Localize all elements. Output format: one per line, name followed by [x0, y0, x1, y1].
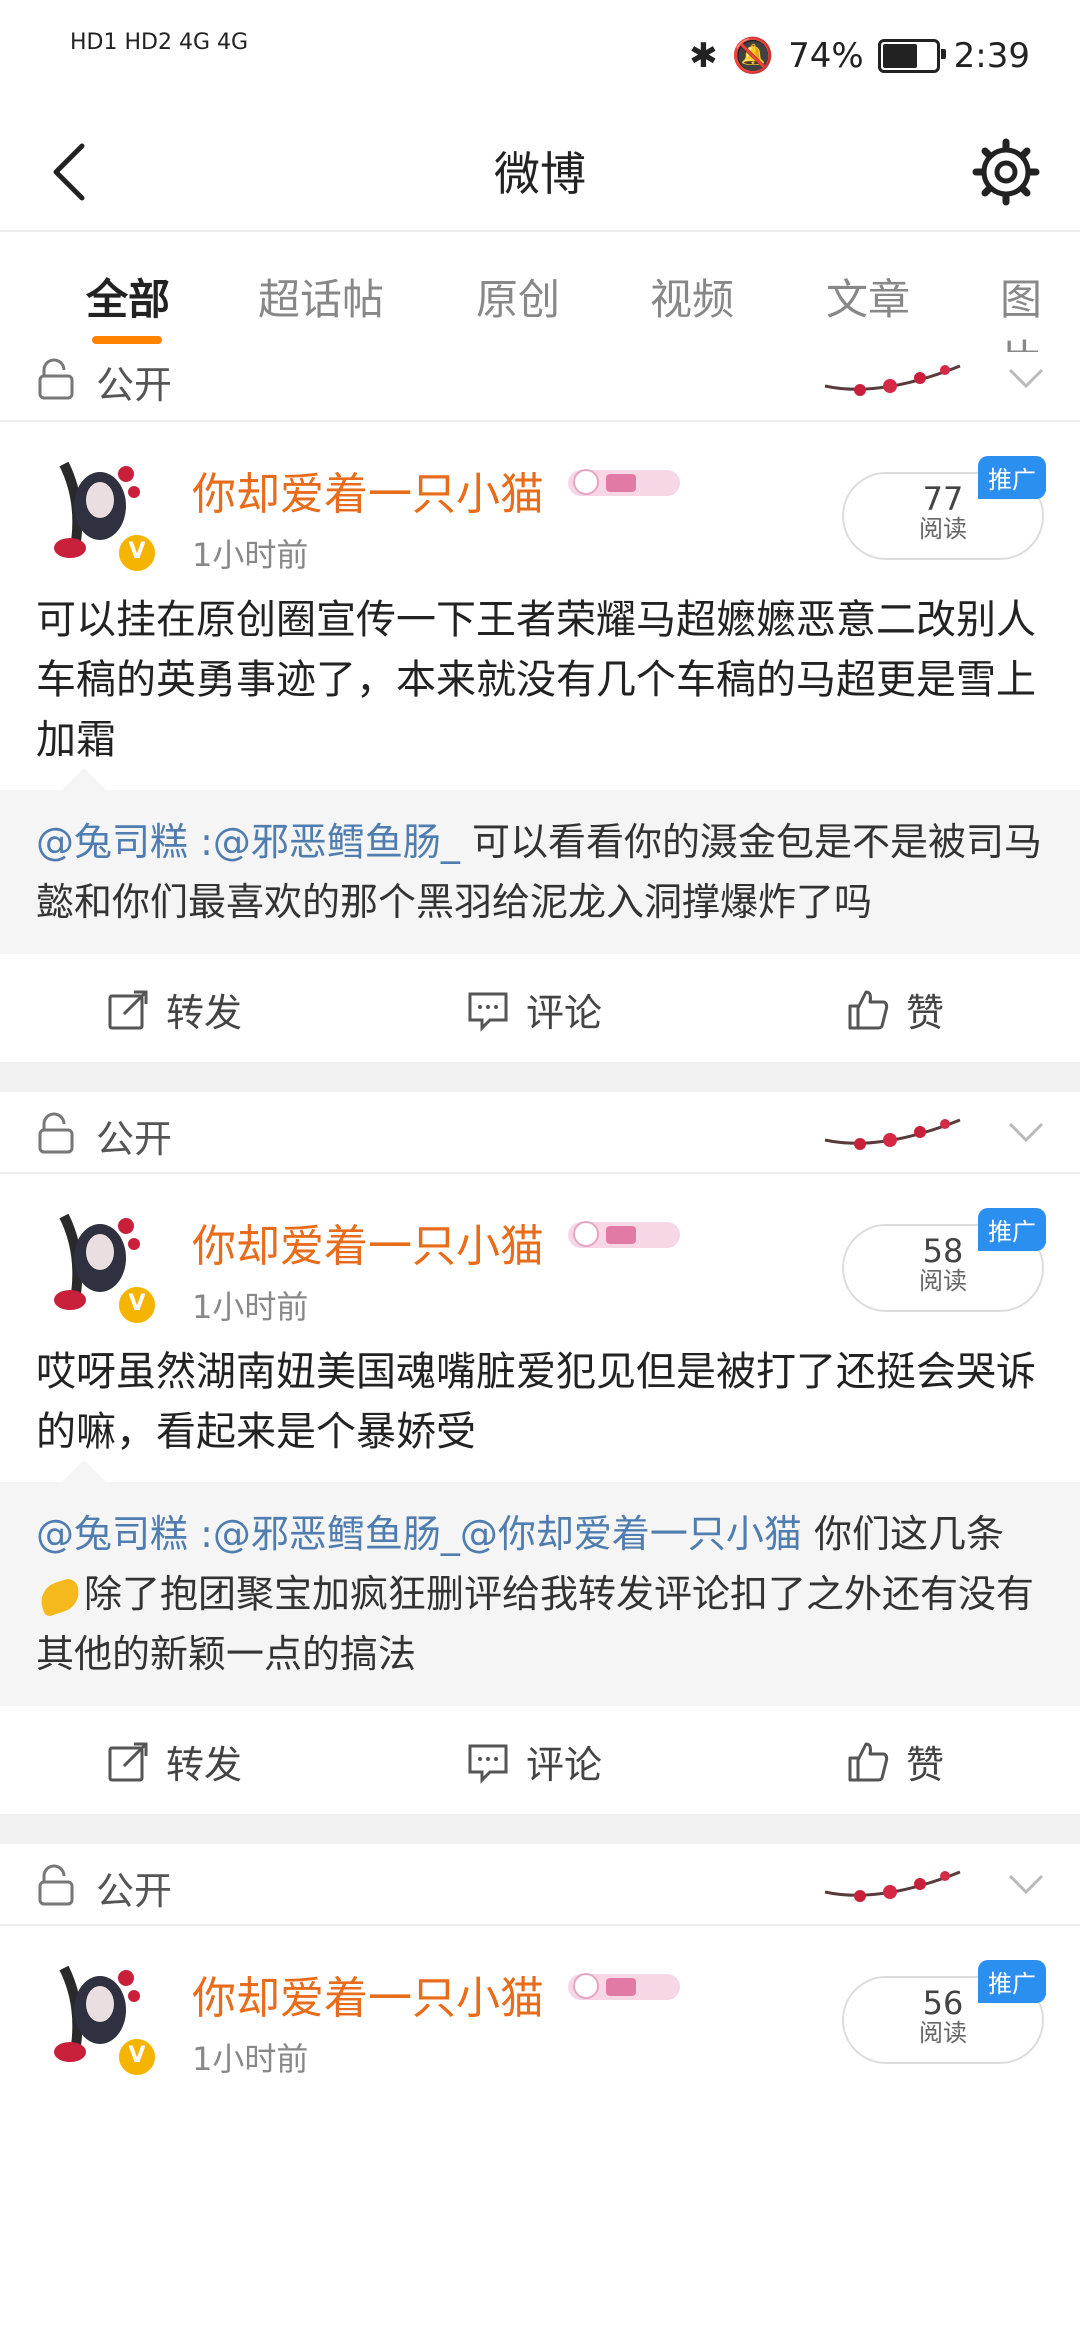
active-tab-indicator: [92, 336, 162, 344]
lock-open-icon: [38, 1112, 74, 1154]
comment-button[interactable]: 评论: [466, 982, 602, 1037]
plum-branch-decoration: [824, 1118, 961, 1150]
action-bar: 转发 评论 赞: [0, 954, 1080, 1064]
post-card: 公开 V 你却爱着一只小猫 1小时前 58 阅读 推广 哎呀虽然湖南妞美国魂嘴脏…: [0, 1092, 1080, 1816]
repost-text: 你们这几条: [801, 1512, 1004, 1556]
clock: 2:39: [953, 36, 1030, 76]
verified-badge-icon: V: [116, 1284, 158, 1326]
bluetooth-icon: ✱: [689, 36, 718, 76]
vip-level-badge-icon: [568, 1973, 680, 2000]
post-time: 1小时前: [192, 2040, 309, 2078]
promote-badge[interactable]: 推广: [978, 1208, 1046, 1251]
like-button[interactable]: 赞: [846, 982, 944, 1037]
post-header: V 你却爱着一只小猫 1小时前 56 阅读 推广: [0, 1926, 1080, 2086]
comment-button[interactable]: 评论: [466, 1734, 602, 1789]
filter-tabs: 全部 超话帖 原创 视频 文章 图片: [0, 232, 1080, 385]
chevron-down-icon[interactable]: [1004, 1112, 1048, 1152]
action-bar: 转发 评论 赞: [0, 1706, 1080, 1816]
mute-icon: 🔕: [731, 36, 775, 76]
tab-original[interactable]: 原创: [476, 266, 560, 327]
thumbs-up-icon: [848, 990, 889, 1029]
visibility-label: 公开: [96, 363, 173, 407]
post-time: 1小时前: [192, 536, 309, 574]
tab-video[interactable]: 视频: [650, 266, 734, 327]
repost-mentions[interactable]: @兔司糕 :@邪恶鳕鱼肠_@你却爱着一只小猫: [36, 1512, 802, 1556]
thumbs-up-icon: [848, 1742, 889, 1781]
repost-button[interactable]: 转发: [106, 1734, 242, 1789]
tab-all[interactable]: 全部: [86, 266, 170, 327]
repost-quote[interactable]: @兔司糕 :@邪恶鳕鱼肠_ 可以看看你的滠金包是不是被司马懿和你们最喜欢的那个黑…: [0, 768, 1080, 954]
lock-open-icon: [38, 1864, 74, 1906]
card-partial: 公开: [0, 352, 1080, 422]
post-feed: 公开 V 你却爱着一只小猫 1小时前 77 阅读 推广 可以挂在原创圈宣传一下王…: [0, 352, 1080, 2340]
plum-branch-decoration: [824, 1870, 961, 1902]
post-text: 哎呀虽然湖南妞美国魂嘴脏爱犯见但是被打了还挺会哭诉的嘛，看起来是个暴娇受: [36, 1349, 1036, 1455]
page-title: 微博: [494, 147, 586, 201]
username[interactable]: 你却爱着一只小猫: [192, 1210, 544, 1274]
read-count-box[interactable]: 77 阅读 推广: [842, 456, 1046, 560]
post-text: 可以挂在原创圈宣传一下王者荣耀马超嬷嬷恶意二改别人车稿的英勇事迹了，本来就没有几…: [36, 597, 1036, 763]
visibility-row: 公开: [0, 352, 1080, 422]
card-separator: [0, 1816, 1080, 1844]
read-label: 阅读: [919, 2019, 967, 2047]
promote-badge[interactable]: 推广: [978, 456, 1046, 499]
visibility-row: 公开: [0, 1092, 1080, 1174]
share-icon: [108, 1742, 148, 1781]
chevron-down-icon[interactable]: [1004, 1864, 1048, 1904]
read-label: 阅读: [919, 1267, 967, 1295]
like-label: 赞: [906, 1743, 945, 1787]
verified-badge-icon: V: [116, 532, 158, 574]
promote-badge[interactable]: 推广: [978, 1960, 1046, 2003]
status-right: ✱ 🔕 74% 2:39: [689, 36, 1030, 76]
read-count-box[interactable]: 58 阅读 推广: [842, 1208, 1046, 1312]
share-icon: [108, 990, 148, 1029]
post-card: 公开 V 你却爱着一只小猫 1小时前 56 阅读 推广: [0, 1844, 1080, 2086]
status-bar: HD1 HD2 4G 4G ✱ 🔕 74% 2:39: [0, 0, 1080, 120]
visibility-label: 公开: [96, 1117, 173, 1161]
username[interactable]: 你却爱着一只小猫: [192, 458, 544, 522]
mango-emoji-icon: [36, 1576, 84, 1617]
comment-label: 评论: [526, 1743, 603, 1787]
visibility-label: 公开: [96, 1869, 173, 1913]
repost-text-cont: 除了抱团聚宝加疯狂删评给我转发评论扣了之外还有没有其他的新颖一点的搞法: [36, 1572, 1035, 1676]
post-card: V 你却爱着一只小猫 1小时前 77 阅读 推广 可以挂在原创圈宣传一下王者荣耀…: [0, 422, 1080, 1064]
like-label: 赞: [906, 991, 945, 1035]
comment-icon: [468, 1744, 508, 1784]
read-count-box[interactable]: 56 阅读 推广: [842, 1960, 1046, 2064]
card-separator: [0, 1064, 1080, 1092]
lock-open-icon: [38, 358, 74, 400]
plum-branch-decoration: [824, 364, 961, 396]
repost-mentions[interactable]: @兔司糕 :@邪恶鳕鱼肠_: [36, 820, 460, 864]
post-time: 1小时前: [192, 1288, 309, 1326]
signal-indicators: HD1 HD2 4G 4G: [70, 30, 249, 55]
username[interactable]: 你却爱着一只小猫: [192, 1962, 544, 2026]
chevron-down-icon[interactable]: [1004, 358, 1048, 398]
top-header: 微博: [0, 120, 1080, 232]
repost-label: 转发: [166, 1743, 243, 1787]
like-button[interactable]: 赞: [846, 1734, 944, 1789]
vip-level-badge-icon: [568, 1221, 680, 1248]
tab-article[interactable]: 文章: [826, 266, 910, 327]
vip-level-badge-icon: [568, 469, 680, 496]
read-label: 阅读: [919, 515, 967, 543]
verified-badge-icon: V: [116, 2036, 158, 2078]
post-header: V 你却爱着一只小猫 1小时前 77 阅读 推广: [0, 422, 1080, 582]
comment-label: 评论: [526, 991, 603, 1035]
gear-icon[interactable]: [966, 132, 1046, 212]
repost-label: 转发: [166, 991, 243, 1035]
post-header: V 你却爱着一只小猫 1小时前 58 阅读 推广: [0, 1174, 1080, 1334]
repost-quote[interactable]: @兔司糕 :@邪恶鳕鱼肠_@你却爱着一只小猫 你们这几条除了抱团聚宝加疯狂删评给…: [0, 1460, 1080, 1706]
tab-super-topic[interactable]: 超话帖: [258, 266, 384, 327]
repost-button[interactable]: 转发: [106, 982, 242, 1037]
comment-icon: [468, 992, 508, 1032]
visibility-row: 公开: [0, 1844, 1080, 1926]
battery-percent: 74%: [788, 36, 864, 76]
battery-icon: [877, 39, 946, 73]
